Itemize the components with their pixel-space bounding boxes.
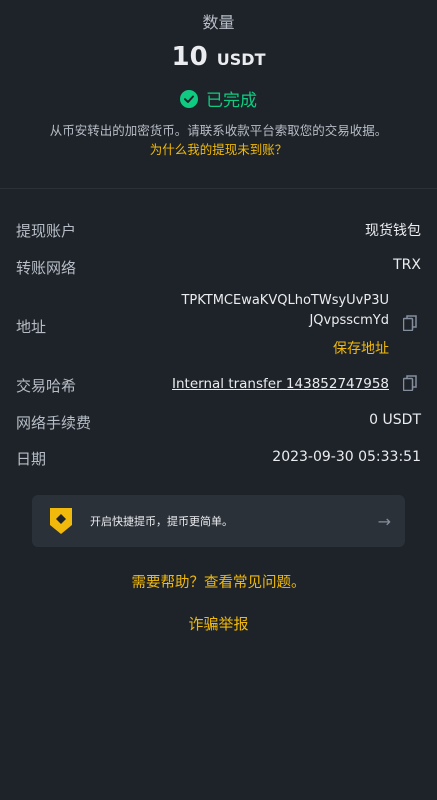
fee-value: 0 USDT bbox=[369, 412, 421, 428]
amount-title: 数量 bbox=[202, 13, 235, 32]
txid-link[interactable]: Internal transfer 143852747958 bbox=[172, 376, 389, 392]
arrow-right-icon: → bbox=[377, 511, 391, 531]
copy-address-icon[interactable] bbox=[402, 315, 417, 335]
date-value: 2023-09-30 05:33:51 bbox=[272, 449, 421, 465]
description: 从币安转出的加密货币。请联系收款平台索取您的交易收据。 bbox=[49, 123, 388, 138]
address-label: 地址 bbox=[16, 318, 47, 336]
help-link[interactable]: 为什么我的提现未到账？ bbox=[0, 139, 437, 158]
shield-icon bbox=[48, 506, 74, 536]
copy-txid-icon[interactable] bbox=[402, 375, 417, 395]
banner-text: 开启快捷提币，提币更简单。 bbox=[90, 515, 233, 528]
amount-value: 10 bbox=[171, 42, 208, 72]
address-value: TPKTMCEwaKVQLhoTWsyUvP3U JQvpsscmYd bbox=[181, 293, 389, 328]
date-label: 日期 bbox=[16, 450, 47, 468]
quick-withdraw-banner[interactable]: 开启快捷提币，提币更简单。 → bbox=[32, 495, 405, 547]
save-address-link[interactable]: 保存地址 bbox=[333, 338, 389, 358]
amount-unit: USDT bbox=[216, 50, 266, 69]
divider bbox=[0, 188, 437, 189]
fee-label: 网络手续费 bbox=[16, 414, 92, 432]
check-circle-icon bbox=[180, 89, 198, 108]
txid-label: 交易哈希 bbox=[16, 377, 77, 395]
network-label: 转账网络 bbox=[16, 259, 77, 277]
faq-link[interactable]: 需要帮助？查看常见问题。 bbox=[0, 571, 437, 592]
fraud-report-link[interactable]: 诈骗举报 bbox=[0, 613, 437, 634]
account-label: 提现账户 bbox=[16, 222, 77, 240]
status-text: 已完成 bbox=[206, 91, 257, 111]
network-value: TRX bbox=[393, 257, 421, 273]
status-row: 已完成 bbox=[0, 86, 437, 111]
account-value: 现货钱包 bbox=[365, 223, 421, 239]
amount-display: 10 USDT bbox=[0, 42, 437, 72]
address-line: TPKTMCEwaKVQLhoTWsyUvP3U bbox=[181, 293, 389, 308]
address-line: JQvpsscmYd bbox=[309, 313, 389, 328]
